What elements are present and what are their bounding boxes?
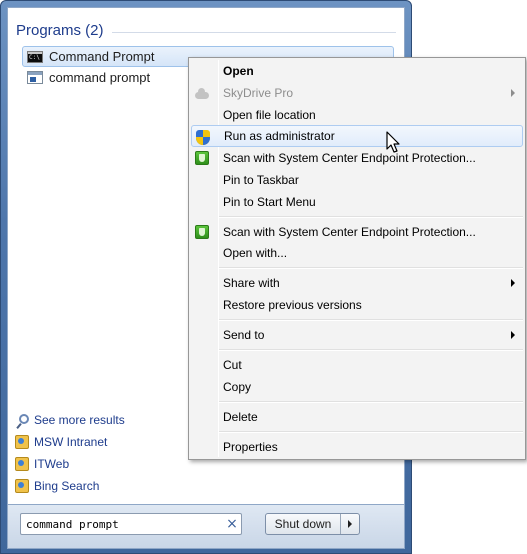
program-label: command prompt [49,70,151,85]
arrow-right-icon [348,520,352,528]
menu-item-cut[interactable]: Cut [191,354,523,376]
menu-item-share-with[interactable]: Share with [191,272,523,294]
start-search-input[interactable]: command prompt × [20,513,242,535]
menu-item-open-with[interactable]: Open with... [191,242,523,264]
menu-item-label: Properties [223,440,278,454]
uac-shield-icon [195,129,211,145]
cloud-icon [194,85,210,101]
favorite-icon [14,478,30,494]
menu-item-label: Run as administrator [224,129,335,143]
menu-item-properties[interactable]: Properties [191,436,523,458]
clear-search-icon[interactable]: × [223,516,241,532]
programs-header-title: Programs (2) [16,22,104,39]
menu-item-label: Copy [223,380,252,394]
menu-item-label: Restore previous versions [223,298,362,312]
menu-item-restore-previous-versions[interactable]: Restore previous versions [191,294,523,316]
submenu-arrow-icon [511,89,515,97]
menu-item-label: Share with [223,276,280,290]
msw-intranet-link[interactable]: MSW Intranet [14,433,107,451]
menu-item-label: Scan with System Center Endpoint Protect… [223,151,476,165]
submenu-arrow-icon [511,331,515,339]
link-label: MSW Intranet [34,435,108,449]
menu-item-label: Delete [223,410,258,424]
menu-item-label: Open file location [223,108,316,122]
menu-separator [219,216,523,218]
menu-item-pin-to-start-menu[interactable]: Pin to Start Menu [191,191,523,213]
itweb-link[interactable]: ITWeb [14,455,69,473]
favorite-icon [14,434,30,450]
menu-item-run-as-administrator[interactable]: Run as administrator [191,125,523,147]
menu-item-label: Scan with System Center Endpoint Protect… [223,225,476,239]
cmd-icon [27,50,43,63]
programs-section-header: Programs (2) [16,22,396,39]
menu-item-skydrive-pro[interactable]: SkyDrive Pro [191,82,523,104]
shutdown-button[interactable]: Shut down [266,514,341,534]
link-label: ITWeb [34,457,70,471]
menu-item-label: Open [223,64,254,78]
link-label: See more results [34,413,125,427]
shutdown-button-group: Shut down [265,513,360,535]
menu-item-label: Send to [223,328,265,342]
bing-search-link[interactable]: Bing Search [14,477,99,495]
menu-item-scan-endpoint-protection-2[interactable]: Scan with System Center Endpoint Protect… [191,221,523,243]
menu-item-open-file-location[interactable]: Open file location [191,104,523,126]
menu-separator [219,431,523,433]
search-icon [14,412,30,428]
menu-separator [219,401,523,403]
menu-item-label: Open with... [223,246,288,260]
endpoint-protection-icon [194,150,210,166]
link-label: Bing Search [34,479,100,493]
menu-separator [219,267,523,269]
menu-item-copy[interactable]: Copy [191,376,523,398]
see-more-results-link[interactable]: See more results [14,411,125,429]
menu-item-label: Pin to Start Menu [223,195,316,209]
program-label: Command Prompt [49,49,155,64]
menu-item-delete[interactable]: Delete [191,406,523,428]
endpoint-protection-icon [194,224,210,240]
search-input-value: command prompt [26,517,119,531]
menu-item-label: SkyDrive Pro [223,86,294,100]
context-menu: Open SkyDrive Pro Open file location Run… [188,57,526,460]
menu-item-pin-to-taskbar[interactable]: Pin to Taskbar [191,169,523,191]
mouse-pointer-icon [386,131,400,153]
menu-item-send-to[interactable]: Send to [191,324,523,346]
document-icon [27,71,43,84]
menu-item-open[interactable]: Open [191,60,523,82]
favorite-icon [14,456,30,472]
menu-separator [219,349,523,351]
submenu-arrow-icon [511,279,515,287]
menu-item-scan-endpoint-protection-1[interactable]: Scan with System Center Endpoint Protect… [191,147,523,169]
menu-separator [219,319,523,321]
menu-item-label: Cut [223,358,242,372]
menu-item-label: Pin to Taskbar [223,173,299,187]
header-divider [111,31,396,33]
shutdown-options-button[interactable] [341,514,359,534]
